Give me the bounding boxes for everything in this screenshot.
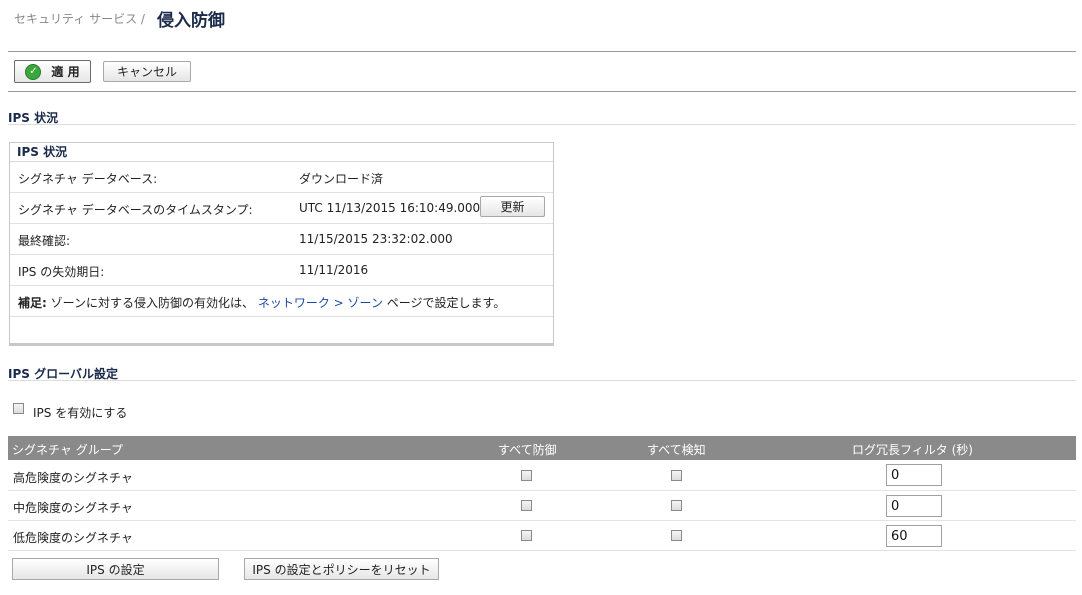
ips-status-box: IPS 状況 シグネチャ データベース: ダウンロード済 シグネチャ データベー… <box>9 142 554 346</box>
status-row-db-timestamp: シグネチャ データベースのタイムスタンプ: UTC 11/13/2015 16:… <box>10 193 553 224</box>
detect-all-checkbox-low[interactable] <box>671 530 682 541</box>
status-row-signature-db: シグネチャ データベース: ダウンロード済 <box>10 162 553 193</box>
column-header-detect-all: すべて検知 <box>647 443 706 457</box>
status-value: UTC 11/13/2015 16:10:49.000 <box>299 201 481 215</box>
detect-all-checkbox-high[interactable] <box>671 470 682 481</box>
cancel-button[interactable]: キャンセル <box>103 61 191 82</box>
signature-group-header: シグネチャ グループ すべて防御 すべて検知 ログ冗長フィルタ (秒) <box>8 436 1076 460</box>
note-suffix: ページで設定します。 <box>382 296 506 310</box>
checkmark-icon: ✓ <box>25 63 42 80</box>
note-prefix: 補足: <box>18 296 47 310</box>
page-title: 侵入防御 <box>157 11 225 31</box>
signature-group-name: 高危険度のシグネチャ <box>13 471 133 485</box>
toolbar: ✓ 適 用 キャンセル <box>8 51 1076 92</box>
detect-all-checkbox-medium[interactable] <box>671 500 682 511</box>
log-filter-input-low[interactable] <box>886 525 942 547</box>
apply-button[interactable]: ✓ 適 用 <box>14 60 91 83</box>
status-label: IPS の失効期日: <box>18 265 105 279</box>
column-header-prevent-all: すべて防御 <box>498 443 557 457</box>
section-divider <box>8 124 1076 125</box>
reset-ips-settings-button[interactable]: IPS の設定とポリシーをリセット <box>244 558 439 580</box>
log-filter-input-medium[interactable] <box>886 495 942 517</box>
prevent-all-checkbox-medium[interactable] <box>521 500 532 511</box>
note-body: ゾーンに対する侵入防御の有効化は、 <box>46 296 255 310</box>
column-header-log-filter: ログ冗長フィルタ (秒) <box>852 443 973 457</box>
enable-ips-label: IPS を有効にする <box>33 406 128 420</box>
enable-ips-checkbox[interactable] <box>13 403 24 414</box>
status-row-last-checked: 最終確認: 11/15/2015 23:32:02.000 <box>10 224 553 255</box>
breadcrumb: セキュリティ サービス / <box>14 12 145 26</box>
prevent-all-checkbox-high[interactable] <box>521 470 532 481</box>
status-value: 11/11/2016 <box>299 263 369 277</box>
table-row-low: 低危険度のシグネチャ <box>8 521 1076 551</box>
status-row-note: 補足: ゾーンに対する侵入防御の有効化は、 ネットワーク > ゾーン ページで設… <box>10 286 553 317</box>
section-divider <box>8 380 1076 381</box>
column-header-group: シグネチャ グループ <box>12 443 123 457</box>
signature-group-name: 低危険度のシグネチャ <box>13 531 133 545</box>
signature-group-name: 中危険度のシグネチャ <box>13 501 133 515</box>
note-text: 補足: ゾーンに対する侵入防御の有効化は、 ネットワーク > ゾーン ページで設… <box>18 294 505 311</box>
status-value: ダウンロード済 <box>299 172 384 186</box>
apply-button-label: 適 用 <box>51 65 80 79</box>
table-row-medium: 中危険度のシグネチャ <box>8 491 1076 521</box>
refresh-button[interactable]: 更新 <box>480 196 545 217</box>
ips-status-box-title: IPS 状況 <box>10 143 553 162</box>
status-value: 11/15/2015 23:32:02.000 <box>299 232 453 246</box>
table-row-high: 高危険度のシグネチャ <box>8 461 1076 491</box>
ips-settings-button[interactable]: IPS の設定 <box>12 558 219 580</box>
network-zone-link[interactable]: ネットワーク > ゾーン <box>258 296 383 310</box>
status-label: 最終確認: <box>18 234 71 248</box>
log-filter-input-high[interactable] <box>886 464 942 486</box>
prevent-all-checkbox-low[interactable] <box>521 530 532 541</box>
status-label: シグネチャ データベースのタイムスタンプ: <box>18 203 253 217</box>
status-label: シグネチャ データベース: <box>18 172 158 186</box>
status-row-expiration: IPS の失効期日: 11/11/2016 <box>10 255 553 286</box>
